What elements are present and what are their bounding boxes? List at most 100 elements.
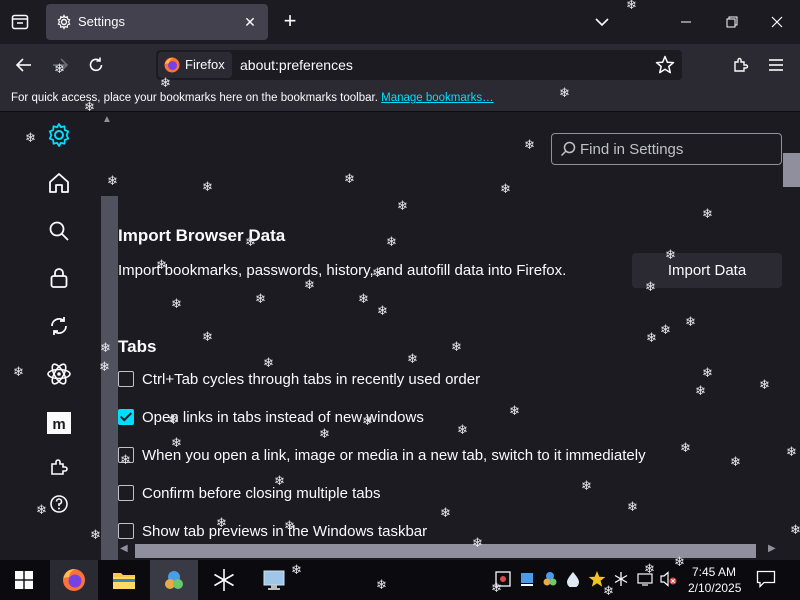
taskbar-app[interactable] bbox=[150, 560, 198, 600]
url-bar[interactable]: Firefox about:preferences bbox=[156, 50, 682, 80]
tray-app-icon-2[interactable] bbox=[518, 570, 536, 588]
option-label: Ctrl+Tab cycles through tabs in recently… bbox=[142, 370, 481, 388]
app-menu-button[interactable] bbox=[763, 52, 789, 78]
sidebar-item-privacy[interactable] bbox=[44, 263, 74, 293]
new-tab-button[interactable]: + bbox=[278, 10, 302, 34]
search-icon bbox=[49, 221, 69, 241]
firefox-view-icon bbox=[11, 14, 29, 30]
extensions-button[interactable] bbox=[728, 52, 754, 78]
sidebar-item-search[interactable] bbox=[44, 216, 74, 246]
puzzle-icon bbox=[734, 57, 749, 72]
sidebar-item-home[interactable] bbox=[44, 168, 74, 198]
option-ctrl-tab[interactable]: Ctrl+Tab cycles through tabs in recently… bbox=[118, 368, 480, 390]
hamburger-menu-icon bbox=[769, 59, 783, 71]
url-text[interactable]: about:preferences bbox=[240, 57, 353, 73]
restore-icon bbox=[726, 16, 738, 28]
tab-settings[interactable]: Settings ✕ bbox=[46, 4, 268, 40]
import-description: Import bookmarks, passwords, history, an… bbox=[118, 262, 567, 279]
minimize-icon bbox=[681, 21, 691, 23]
chevron-right-icon[interactable]: ▶ bbox=[768, 543, 776, 554]
clock-date: 2/10/2025 bbox=[688, 581, 742, 595]
minimize-button[interactable] bbox=[674, 10, 698, 34]
firefox-view-button[interactable] bbox=[6, 8, 34, 36]
option-taskbar-previews[interactable]: Show tab previews in the Windows taskbar bbox=[118, 520, 427, 542]
sidebar-scroll-track[interactable] bbox=[101, 196, 118, 560]
sidebar-item-extensions[interactable] bbox=[44, 452, 74, 482]
reload-button[interactable] bbox=[83, 52, 109, 78]
close-tab-icon[interactable]: ✕ bbox=[240, 12, 260, 32]
option-switch-to-new-tab[interactable]: When you open a link, image or media in … bbox=[118, 444, 646, 466]
start-button[interactable] bbox=[0, 560, 48, 600]
notification-center-button[interactable] bbox=[756, 570, 776, 589]
help-icon bbox=[50, 495, 68, 513]
checkbox[interactable] bbox=[118, 447, 134, 463]
find-in-settings[interactable] bbox=[551, 133, 782, 165]
checkbox[interactable] bbox=[118, 523, 134, 539]
checkbox-checked[interactable] bbox=[118, 409, 134, 425]
manage-bookmarks-link[interactable]: Manage bookmarks… bbox=[381, 92, 494, 104]
chevron-up-icon[interactable]: ▲ bbox=[102, 114, 112, 125]
option-label: Show tab previews in the Windows taskbar bbox=[142, 522, 428, 540]
taskbar-snowflake-app[interactable] bbox=[200, 560, 248, 600]
sidebar-item-support[interactable] bbox=[44, 489, 74, 519]
atom-icon bbox=[47, 363, 71, 385]
sidebar-item-sync[interactable] bbox=[44, 311, 74, 341]
search-icon bbox=[560, 141, 576, 157]
back-button[interactable] bbox=[11, 52, 37, 78]
bookmarks-hint-text: For quick access, place your bookmarks h… bbox=[11, 92, 378, 104]
reload-icon bbox=[89, 57, 103, 72]
settings-sidebar: m bbox=[0, 112, 100, 560]
option-open-links-in-tabs[interactable]: Open links in tabs instead of new window… bbox=[118, 406, 424, 428]
app-icon bbox=[165, 571, 183, 589]
taskbar-network-app[interactable] bbox=[250, 560, 298, 600]
screen: Settings ✕ + Firefox about:preferences F… bbox=[0, 0, 800, 600]
import-data-button[interactable]: Import Data bbox=[632, 253, 782, 288]
bookmarks-toolbar: For quick access, place your bookmarks h… bbox=[0, 86, 800, 112]
checkbox[interactable] bbox=[118, 371, 134, 387]
import-section-title: Import Browser Data bbox=[118, 226, 286, 245]
checkbox[interactable] bbox=[118, 485, 134, 501]
snowflake-icon bbox=[214, 569, 234, 591]
search-input[interactable] bbox=[580, 138, 776, 160]
sync-icon bbox=[51, 317, 67, 335]
firefox-logo-icon bbox=[63, 569, 85, 591]
horizontal-scroll-thumb[interactable] bbox=[135, 544, 756, 558]
tray-droplet-icon[interactable] bbox=[564, 570, 582, 588]
taskbar-file-explorer[interactable] bbox=[100, 560, 148, 600]
identity-box[interactable]: Firefox bbox=[158, 52, 232, 78]
home-icon bbox=[49, 173, 69, 193]
horizontal-scrollbar[interactable]: ◀ ▶ bbox=[118, 542, 783, 560]
sidebar-item-experimental[interactable] bbox=[44, 359, 74, 389]
windows-taskbar: 7:45 AM 2/10/2025 bbox=[0, 560, 800, 600]
option-label: Open links in tabs instead of new window… bbox=[142, 408, 424, 426]
chevron-down-icon[interactable] bbox=[590, 12, 614, 32]
more-from-mozilla-icon: m bbox=[47, 412, 71, 434]
restore-button[interactable] bbox=[720, 10, 744, 34]
close-icon bbox=[771, 16, 783, 28]
tray-volume-muted-icon[interactable] bbox=[660, 570, 678, 588]
taskbar-clock[interactable]: 7:45 AM 2/10/2025 bbox=[688, 564, 742, 596]
tray-network-icon[interactable] bbox=[636, 570, 654, 588]
bookmark-star-icon[interactable] bbox=[654, 54, 676, 76]
tray-app-icon-1[interactable] bbox=[494, 570, 512, 588]
tray-star-icon[interactable] bbox=[588, 570, 606, 588]
taskbar-firefox[interactable] bbox=[50, 560, 98, 600]
tray-snowflake-icon[interactable] bbox=[612, 570, 630, 588]
settings-page: m ▲ Import Browser Data Import bookmarks… bbox=[0, 112, 800, 560]
identity-label: Firefox bbox=[185, 57, 225, 72]
option-label: Confirm before closing multiple tabs bbox=[142, 484, 381, 502]
windows-logo-icon bbox=[15, 571, 33, 589]
sidebar-item-more-from-mozilla[interactable]: m bbox=[44, 408, 74, 438]
lock-icon bbox=[50, 268, 68, 288]
chevron-left-icon[interactable]: ◀ bbox=[120, 543, 128, 554]
option-label: When you open a link, image or media in … bbox=[142, 446, 646, 464]
close-window-button[interactable] bbox=[765, 10, 789, 34]
clock-time: 7:45 AM bbox=[691, 565, 737, 579]
scrollbar-thumb[interactable] bbox=[783, 153, 800, 187]
forward-button[interactable] bbox=[47, 52, 73, 78]
computer-icon bbox=[263, 570, 285, 590]
firefox-logo-icon bbox=[164, 57, 180, 73]
tray-app-icon-3[interactable] bbox=[541, 570, 559, 588]
sidebar-item-general[interactable] bbox=[44, 120, 74, 150]
option-confirm-close[interactable]: Confirm before closing multiple tabs bbox=[118, 482, 380, 504]
